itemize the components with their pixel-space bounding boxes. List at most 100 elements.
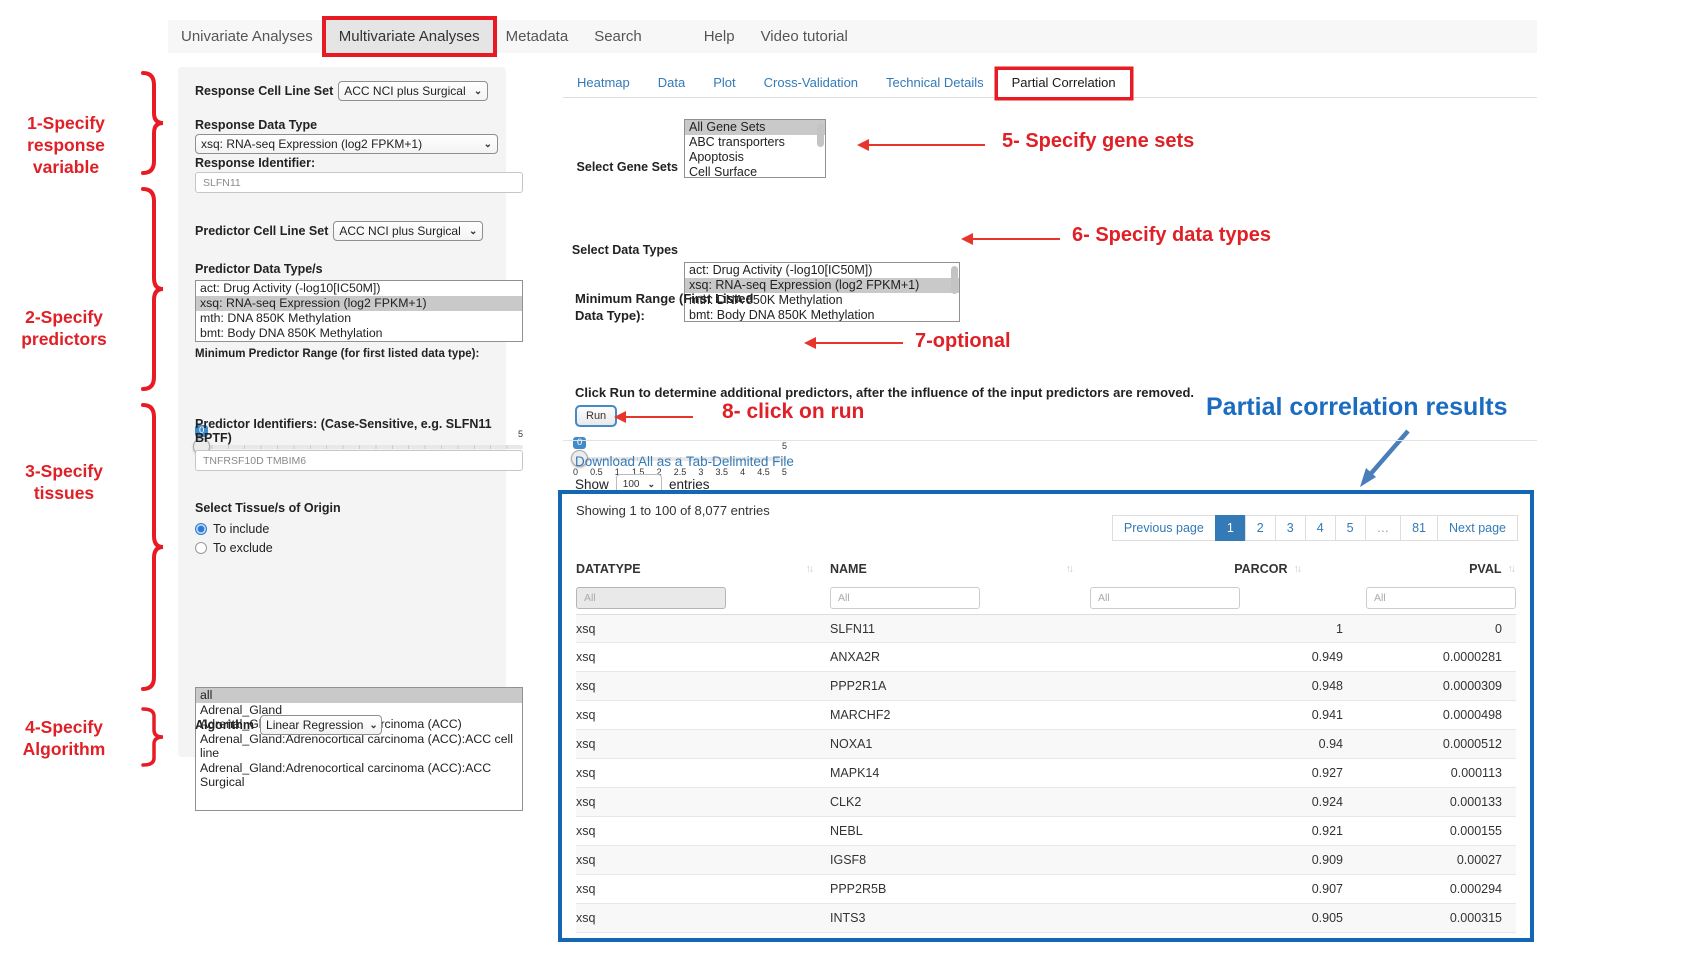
nav-item-search[interactable]: Search xyxy=(581,20,655,53)
predictor-identifiers-input[interactable] xyxy=(195,450,523,471)
list-item[interactable]: act: Drug Activity (-log10[IC50M]) xyxy=(196,281,522,296)
sort-icon[interactable]: ↑↓ xyxy=(1508,563,1515,575)
run-button[interactable]: Run xyxy=(575,405,617,427)
page-button-2[interactable]: 2 xyxy=(1245,515,1276,541)
algorithm-select[interactable]: Linear Regression⌄ xyxy=(260,715,382,735)
table-filter-row xyxy=(576,586,1516,610)
nav-item-metadata[interactable]: Metadata xyxy=(493,20,582,53)
predictor-cell-line-set-select[interactable]: ACC NCI plus Surgical⌄ xyxy=(333,221,483,241)
annotation-step7: 7-optional xyxy=(915,330,1011,353)
annotation-step1: 1-Specify response variable xyxy=(10,112,122,178)
annotation-step2: 2-Specify predictors xyxy=(6,306,122,350)
next-page-button[interactable]: Next page xyxy=(1437,515,1518,541)
tissue-include-radio[interactable]: To include xyxy=(195,522,498,536)
tab-heatmap[interactable]: Heatmap xyxy=(563,70,644,97)
sort-icon[interactable]: ↑↓ xyxy=(1294,563,1301,575)
table-row[interactable]: xsqSLFN1110 xyxy=(576,614,1516,643)
previous-page-button[interactable]: Previous page xyxy=(1112,515,1216,541)
list-item[interactable]: bmt: Body DNA 850K Methylation xyxy=(196,326,522,341)
table-row[interactable]: xsqINTS30.9050.000315 xyxy=(576,904,1516,933)
table-row[interactable]: xsqMARCHF20.9410.0000498 xyxy=(576,701,1516,730)
gene-sets-listbox: All Gene Sets ABC transporters Apoptosis… xyxy=(684,119,826,178)
predictor-identifiers-label: Predictor Identifiers: (Case-Sensitive, … xyxy=(195,417,498,445)
list-item[interactable]: Cell Surface xyxy=(685,165,825,178)
annotation-step5: 5- Specify gene sets xyxy=(1002,130,1194,153)
table-row[interactable]: xsqNOXA10.940.0000512 xyxy=(576,730,1516,759)
red-arrow-run xyxy=(625,416,693,418)
list-item[interactable]: mth: DNA 850K Methylation xyxy=(196,311,522,326)
page-ellipsis: … xyxy=(1365,515,1402,541)
nav-item-video-tutorial[interactable]: Video tutorial xyxy=(748,20,861,53)
radio-selected-icon[interactable] xyxy=(195,523,207,535)
list-item[interactable]: Adrenal_Gland:Adrenocortical carcinoma (… xyxy=(196,761,522,790)
slider-max-label: 5 xyxy=(518,429,523,439)
list-item[interactable]: All Gene Sets xyxy=(685,120,825,135)
table-row[interactable]: xsqIGSF80.9090.00027 xyxy=(576,846,1516,875)
table-row[interactable]: xsqPPP2R1A0.9480.0000309 xyxy=(576,672,1516,701)
page-button-81[interactable]: 81 xyxy=(1400,515,1438,541)
slider-track[interactable] xyxy=(195,445,523,449)
min-range-label: Minimum Range (First Listed Data Type): xyxy=(575,290,753,324)
tab-cross-validation[interactable]: Cross-Validation xyxy=(750,70,872,97)
slider-max-label: 5 xyxy=(782,441,787,451)
table-row[interactable]: xsqANXA2R0.9490.0000281 xyxy=(576,643,1516,672)
sort-icon[interactable]: ↑↓ xyxy=(1066,563,1073,575)
nav-item-multivariate-analyses[interactable]: Multivariate Analyses xyxy=(326,20,493,53)
tissue-exclude-radio[interactable]: To exclude xyxy=(195,541,498,555)
nav-item-univariate-analyses[interactable]: Univariate Analyses xyxy=(168,20,326,53)
chevron-down-icon: ⌄ xyxy=(647,479,655,490)
chevron-down-icon: ⌄ xyxy=(474,86,482,97)
response-data-type-select[interactable]: xsq: RNA-seq Expression (log2 FPKM+1)⌄ xyxy=(195,134,498,154)
red-arrow-gene-sets xyxy=(868,144,985,146)
scrollbar[interactable] xyxy=(951,266,958,294)
page-button-4[interactable]: 4 xyxy=(1305,515,1336,541)
download-all-link[interactable]: Download All as a Tab-Delimited File xyxy=(575,454,794,469)
table-header-row: DATATYPE↑↓ NAME↑↓ PARCOR↑↓ PVAL↑↓ xyxy=(576,556,1516,582)
list-item[interactable]: all xyxy=(196,688,522,703)
list-item[interactable]: Adrenal_Gland:Adrenocortical carcinoma (… xyxy=(196,732,522,761)
multivariate-analyses-page: { "topnav": { "items": [ { "label": "Uni… xyxy=(0,0,1700,956)
list-item[interactable]: ABC transporters xyxy=(685,135,825,150)
min-predictor-range-label: Minimum Predictor Range (for first liste… xyxy=(195,348,498,360)
column-header-parcor[interactable]: PARCOR↑↓ xyxy=(1090,562,1355,576)
list-item[interactable]: act: Drug Activity (-log10[IC50M]) xyxy=(685,263,959,278)
response-identifier-input[interactable] xyxy=(195,172,523,193)
radio-unselected-icon[interactable] xyxy=(195,542,207,554)
pval-filter-input[interactable] xyxy=(1366,587,1516,609)
divider xyxy=(563,440,1537,441)
tab-plot[interactable]: Plot xyxy=(699,70,749,97)
list-item[interactable]: xsq: RNA-seq Expression (log2 FPKM+1) xyxy=(196,296,522,311)
response-data-type-label: Response Data Type xyxy=(195,118,498,132)
table-row[interactable]: xsqMAPK140.9270.000113 xyxy=(576,759,1516,788)
tab-partial-correlation[interactable]: Partial Correlation xyxy=(998,70,1130,97)
tab-technical-details[interactable]: Technical Details xyxy=(872,70,998,97)
brace-step3 xyxy=(138,402,168,692)
table-row[interactable]: xsqNEBL0.9210.000155 xyxy=(576,817,1516,846)
run-instruction: Click Run to determine additional predic… xyxy=(575,385,1194,400)
brace-step4 xyxy=(138,706,168,768)
page-button-1[interactable]: 1 xyxy=(1215,515,1246,541)
nav-item-help[interactable]: Help xyxy=(691,20,748,53)
tab-data[interactable]: Data xyxy=(644,70,699,97)
name-filter-input[interactable] xyxy=(830,587,980,609)
response-cell-line-set-select[interactable]: ACC NCI plus Surgical⌄ xyxy=(338,81,488,101)
column-header-pval[interactable]: PVAL↑↓ xyxy=(1355,562,1516,576)
algorithm-label: Algorithm xyxy=(195,718,254,732)
response-cell-line-set-label: Response Cell Line Set xyxy=(195,84,333,98)
parcor-filter-input[interactable] xyxy=(1090,587,1240,609)
red-arrow-data-types xyxy=(972,238,1060,240)
list-item[interactable]: Apoptosis xyxy=(685,150,825,165)
column-header-name[interactable]: NAME↑↓ xyxy=(830,562,1090,576)
column-header-datatype[interactable]: DATATYPE↑↓ xyxy=(576,562,830,576)
table-row[interactable]: xsqPPP2R5B0.9070.000294 xyxy=(576,875,1516,904)
sort-icon[interactable]: ↑↓ xyxy=(806,563,813,575)
datatype-filter-input[interactable] xyxy=(576,587,726,609)
input-form-panel: Response Cell Line Set ACC NCI plus Surg… xyxy=(178,67,506,757)
gene-sets-label: Select Gene Sets xyxy=(560,160,678,174)
red-arrow-optional xyxy=(815,342,903,344)
table-row[interactable]: xsqCLK20.9240.000133 xyxy=(576,788,1516,817)
page-button-3[interactable]: 3 xyxy=(1275,515,1306,541)
page-button-5[interactable]: 5 xyxy=(1335,515,1366,541)
scrollbar[interactable] xyxy=(817,123,824,147)
brace-step2 xyxy=(138,186,168,392)
